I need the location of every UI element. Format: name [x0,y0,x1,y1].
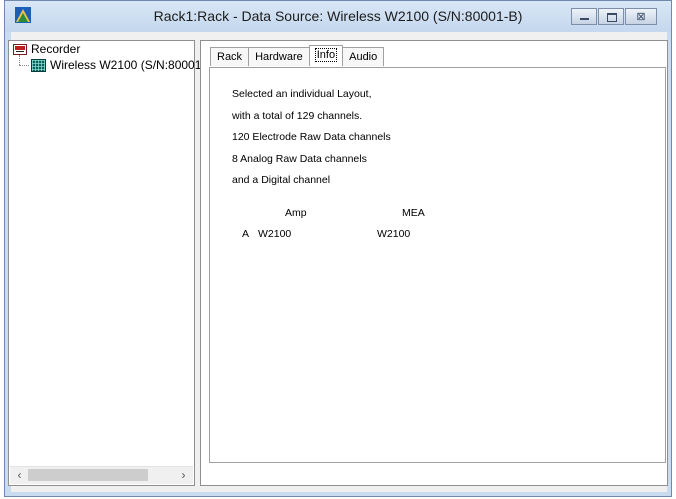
title-bar[interactable]: Rack1:Rack - Data Source: Wireless W2100… [5,1,671,32]
info-panel: Selected an individual Layout, with a to… [209,67,666,463]
horizontal-scrollbar[interactable]: ‹ › [10,466,193,484]
info-line: 120 Electrode Raw Data channels [232,131,391,143]
mea-value: W2100 [377,228,411,240]
amp-value: W2100 [258,228,292,240]
tab-strip: Rack Hardware Info Audio [210,45,385,67]
tree-item-recorder[interactable]: Recorder [13,42,80,56]
info-text: Selected an individual Layout, with a to… [232,84,391,192]
details-pane: Rack Hardware Info Audio Selected an ind… [200,40,668,486]
tab-rack[interactable]: Rack [210,47,250,66]
minimize-button[interactable] [571,8,597,25]
tab-info[interactable]: Info [308,45,344,66]
scroll-left-icon[interactable]: ‹ [12,468,27,483]
info-line: Selected an individual Layout, [232,88,372,100]
tree-item-wireless-label: Wireless W2100 (S/N:80001-E [50,58,214,72]
tree-item-wireless[interactable]: Wireless W2100 (S/N:80001-E [31,58,213,72]
window-controls: ⊠ [570,8,657,25]
scroll-right-icon[interactable]: › [176,468,191,483]
row-label: A [242,228,250,240]
info-line: and a Digital channel [232,174,331,186]
tab-rack-label: Rack [217,51,243,63]
close-icon: ⊠ [636,11,646,23]
tab-audio-label: Audio [349,51,378,63]
tab-audio[interactable]: Audio [342,47,385,66]
tab-info-label: Info [314,48,338,62]
close-button[interactable]: ⊠ [625,8,657,25]
info-line: 8 Analog Raw Data channels [232,152,367,165]
device-tree[interactable]: Recorder Wireless W2100 (S/N:80001-E ‹ › [8,40,213,486]
tree-item-recorder-label: Recorder [31,42,81,56]
tree-connector [19,65,29,66]
column-header-amp: Amp [285,207,307,219]
column-header-mea: MEA [402,207,425,219]
tab-hardware[interactable]: Hardware [248,47,310,66]
maximize-button[interactable] [598,8,624,25]
recorder-icon [13,43,27,55]
info-line: with a total of 129 channels. [232,109,363,122]
grid-icon [31,58,46,72]
scrollbar-thumb[interactable] [28,469,148,481]
tree-connector [19,55,20,65]
tab-hardware-label: Hardware [255,51,303,63]
